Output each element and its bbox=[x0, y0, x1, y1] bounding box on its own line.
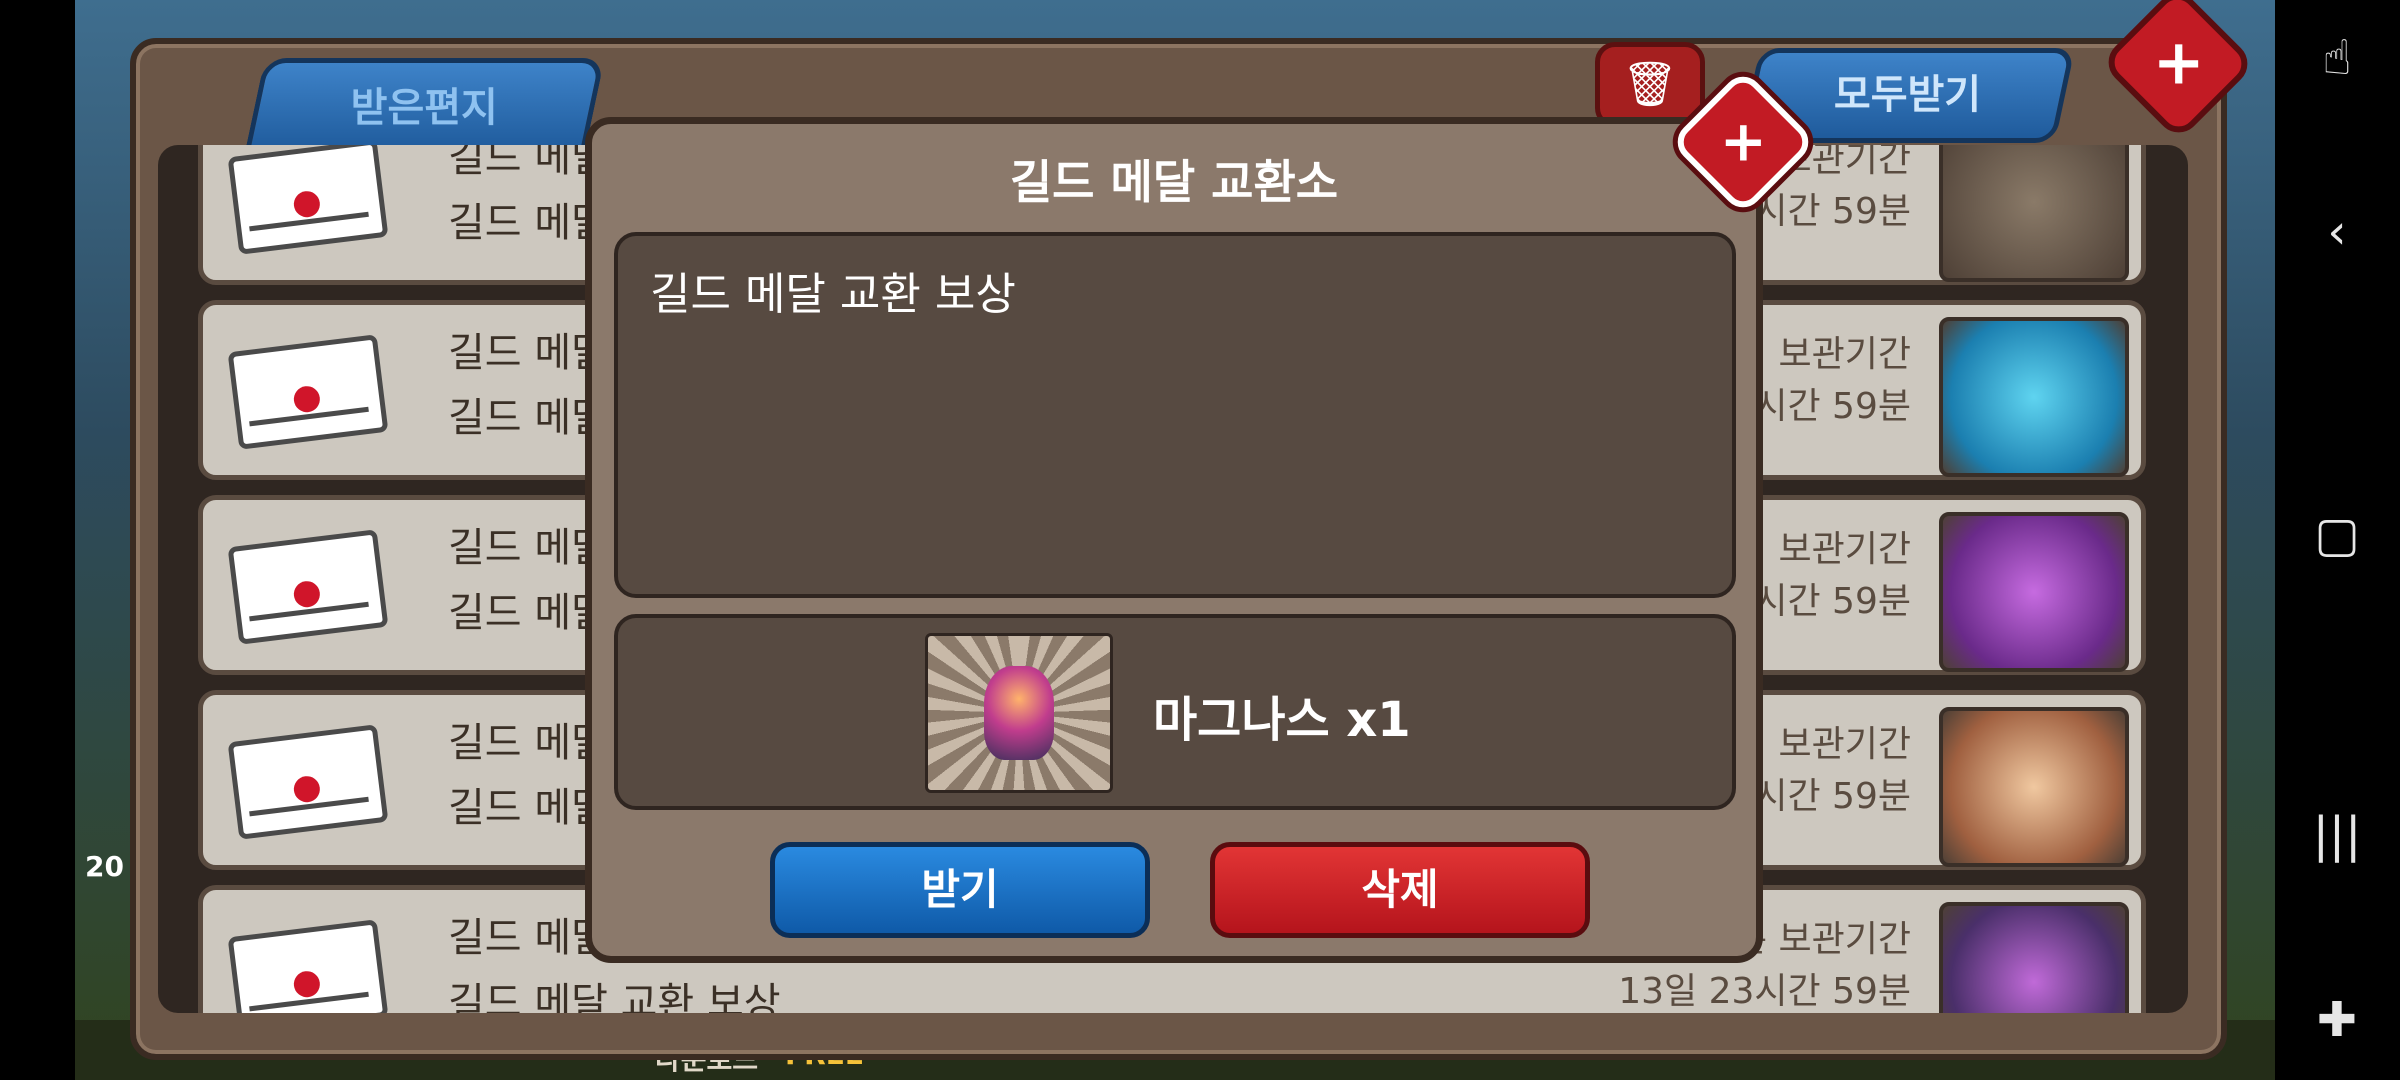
mail-subtitle: 길드 메달 bbox=[448, 785, 608, 831]
tab-received[interactable]: 받은편지 bbox=[245, 58, 605, 151]
game-tools-icon[interactable]: ✚ bbox=[2307, 990, 2367, 1050]
level-up-icon bbox=[1939, 512, 2129, 672]
close-icon: + bbox=[2152, 25, 2205, 99]
magnus-icon bbox=[1939, 902, 2129, 1013]
mail-subtitle: 길드 메달 bbox=[448, 590, 608, 636]
delete-button[interactable]: 삭제 bbox=[1210, 842, 1590, 938]
envelope-icon bbox=[227, 145, 389, 255]
guild-emblem-icon bbox=[1939, 145, 2129, 282]
mail-expire-time: 시간 59분 bbox=[1754, 776, 1911, 817]
trash-button[interactable]: 🗑 bbox=[1595, 42, 1705, 128]
mail-subtitle: 길드 메달 bbox=[448, 200, 608, 246]
receive-button[interactable]: 받기 bbox=[770, 842, 1150, 938]
mail-expire-time: 13일 23시간 59분 bbox=[1618, 971, 1911, 1012]
envelope-icon bbox=[227, 334, 389, 450]
mail-expire-time: 시간 59분 bbox=[1754, 386, 1911, 427]
message-box: 길드 메달 교환 보상 bbox=[614, 232, 1736, 598]
envelope-icon bbox=[227, 919, 389, 1013]
potion-icon bbox=[1939, 317, 2129, 477]
reward-box: 마그나스 x1 bbox=[614, 614, 1736, 810]
mail-title: 길드 메달 bbox=[448, 330, 608, 376]
reward-dialog: 길드 메달 교환소 길드 메달 교환 보상 마그나스 x1 받기 삭제 bbox=[585, 117, 1763, 963]
reward-label: 마그나스 x1 bbox=[1153, 692, 1411, 748]
touch-icon[interactable]: ☝ bbox=[2307, 28, 2367, 88]
mail-title: 길드 메달 bbox=[448, 145, 608, 181]
mail-subtitle: 길드 메달 교환 보상 bbox=[448, 980, 781, 1013]
trash-icon: 🗑 bbox=[1622, 59, 1678, 110]
mail-title: 길드 메달 bbox=[448, 525, 608, 571]
android-navbar: ☝ ‹ ▢ ||| ✚ bbox=[2275, 0, 2400, 1080]
magnus-icon bbox=[925, 633, 1113, 793]
mail-expire-time: 시간 59분 bbox=[1754, 191, 1911, 232]
tab-received-label: 받은편지 bbox=[350, 85, 498, 131]
mail-expire-label: 보관기간 bbox=[1778, 334, 1911, 375]
recents-icon[interactable]: ||| bbox=[2307, 805, 2367, 865]
home-icon[interactable]: ▢ bbox=[2307, 505, 2367, 565]
mail-subtitle: 길드 메달 bbox=[448, 395, 608, 441]
close-icon: + bbox=[1719, 108, 1767, 174]
egg-icon bbox=[1939, 707, 2129, 867]
envelope-icon bbox=[227, 529, 389, 645]
mail-expire-label: 보관기간 bbox=[1778, 529, 1911, 570]
back-icon[interactable]: ‹ bbox=[2307, 202, 2367, 262]
mail-title: 길드 메달 bbox=[448, 720, 608, 766]
dialog-title: 길드 메달 교환소 bbox=[1009, 155, 1339, 209]
message-text: 길드 메달 교환 보상 bbox=[650, 269, 1016, 320]
mail-expire-time: 시간 59분 bbox=[1754, 581, 1911, 622]
level-label: 20 bbox=[85, 850, 124, 883]
envelope-icon bbox=[227, 724, 389, 840]
mail-expire-label: 보관기간 bbox=[1778, 724, 1911, 765]
